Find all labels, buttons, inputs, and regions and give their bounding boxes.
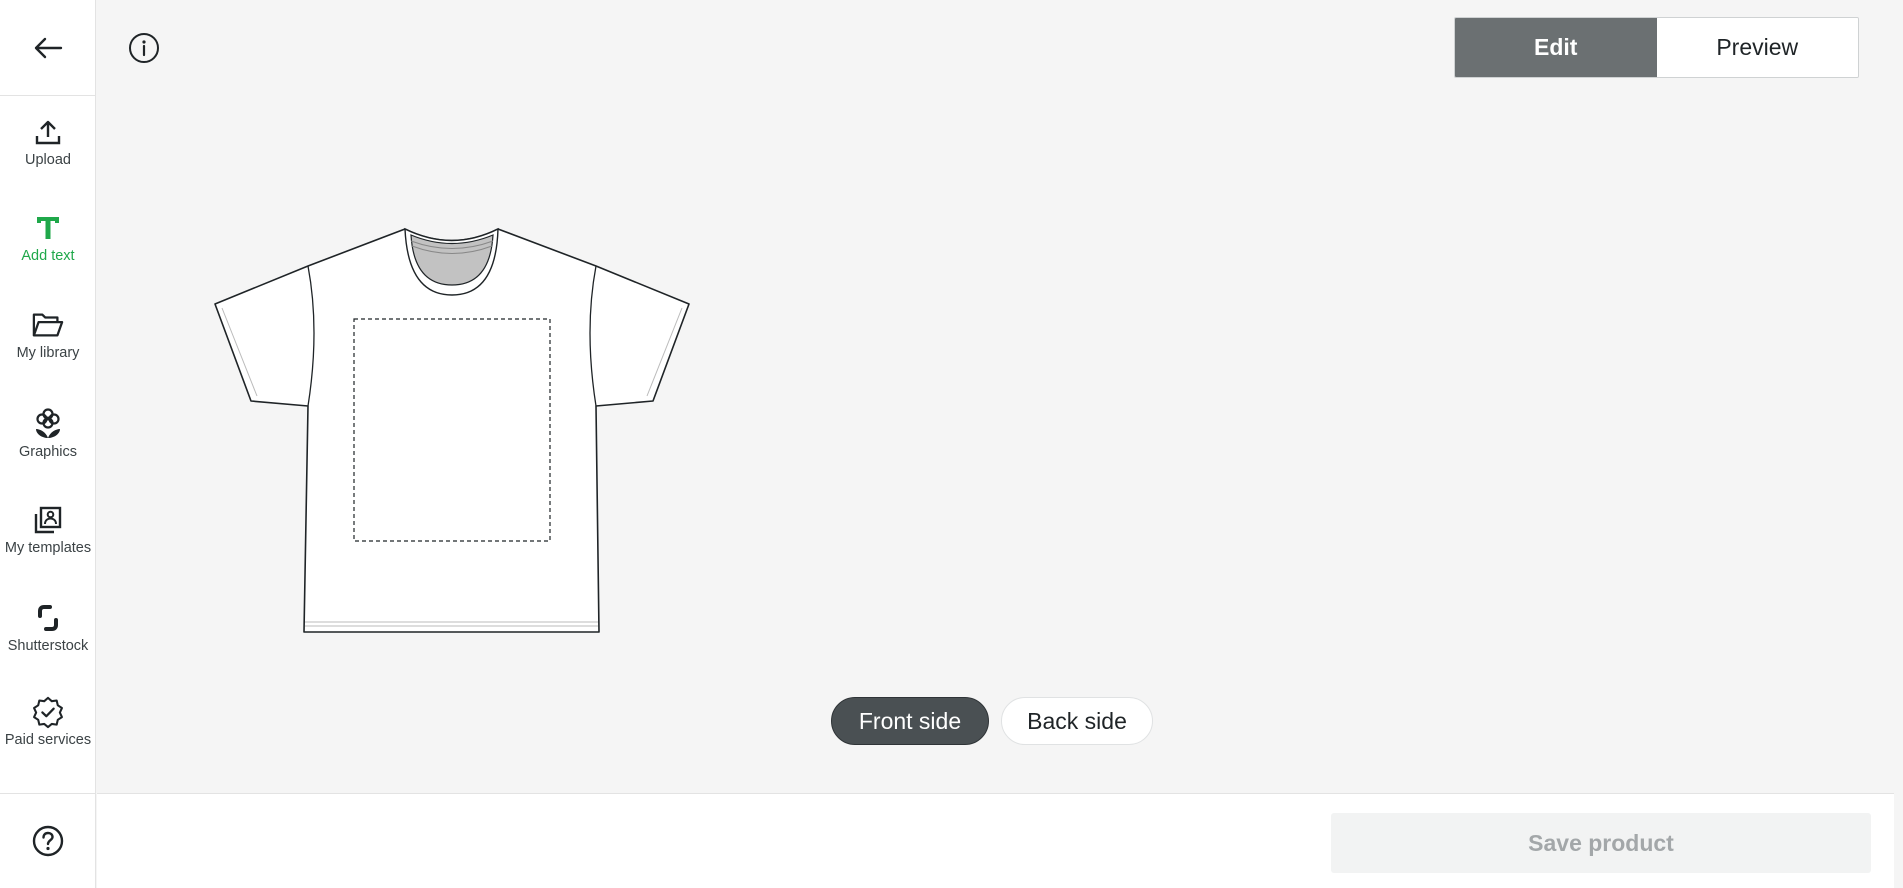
my-templates-tool[interactable]: My templates: [0, 488, 96, 572]
upload-icon: [32, 116, 64, 148]
edit-mode-button[interactable]: Edit: [1455, 18, 1657, 77]
shutterstock-tool[interactable]: Shutterstock: [0, 586, 96, 670]
upload-tool[interactable]: Upload: [0, 100, 96, 184]
my-library-tool[interactable]: My library: [0, 293, 96, 377]
side-switch: Front side Back side: [831, 697, 1153, 745]
info-icon: [129, 33, 159, 63]
tshirt-mockup: [214, 227, 690, 633]
bottom-bar: Save product: [97, 793, 1894, 888]
paid-services-label: Paid services: [4, 732, 92, 748]
add-text-label: Add text: [21, 248, 75, 264]
back-side-button[interactable]: Back side: [1001, 697, 1153, 745]
back-button[interactable]: [0, 0, 96, 96]
my-templates-label: My templates: [4, 540, 92, 556]
upload-label: Upload: [25, 152, 71, 168]
front-side-button[interactable]: Front side: [831, 697, 989, 745]
help-button[interactable]: [30, 823, 66, 859]
scrollbar[interactable]: [1894, 0, 1903, 888]
my-library-label: My library: [16, 345, 80, 361]
flower-icon: [32, 408, 64, 440]
templates-icon: [32, 504, 64, 536]
add-text-tool[interactable]: Add text: [0, 196, 96, 280]
paid-services-tool[interactable]: Paid services: [0, 680, 96, 764]
arrow-left-icon: [34, 37, 63, 58]
preview-mode-button[interactable]: Preview: [1656, 18, 1858, 77]
graphics-tool[interactable]: Graphics: [0, 392, 96, 476]
folder-icon: [32, 309, 64, 341]
graphics-label: Graphics: [18, 444, 78, 460]
help-section: [0, 793, 96, 888]
badge-check-icon: [32, 696, 64, 729]
shutterstock-label: Shutterstock: [7, 638, 89, 654]
edit-preview-toggle: Edit Preview: [1454, 17, 1859, 78]
text-icon: [32, 212, 64, 244]
info-button[interactable]: [126, 30, 162, 66]
save-product-button[interactable]: Save product: [1331, 813, 1871, 873]
left-toolbar: Upload Add text My library Graphics My t…: [0, 0, 96, 888]
question-circle-icon: [32, 825, 64, 857]
shutterstock-icon: [32, 602, 64, 634]
product-canvas[interactable]: [212, 225, 692, 635]
